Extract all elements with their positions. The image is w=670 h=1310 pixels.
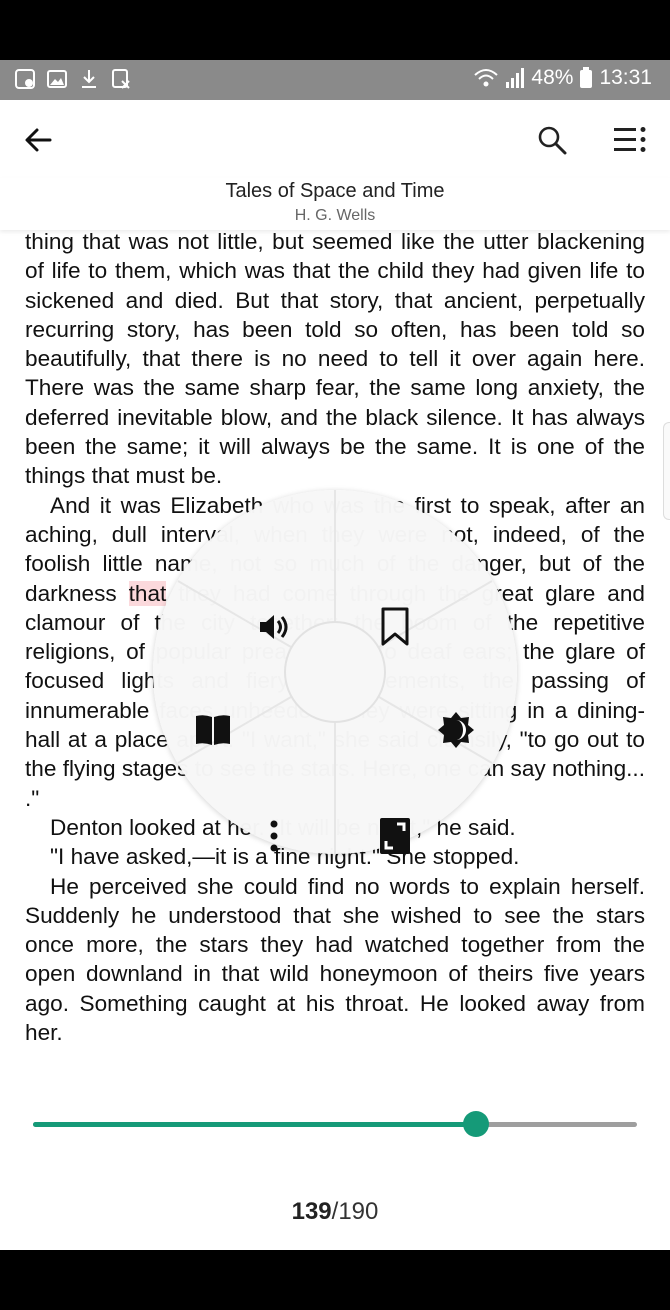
brightness-icon <box>438 712 474 748</box>
status-bar: 48% 13:31 <box>0 60 670 100</box>
page-slider[interactable] <box>33 1111 637 1137</box>
contents-menu-button[interactable] <box>610 120 650 160</box>
battery-icon <box>580 67 593 88</box>
notification-icons <box>14 68 132 90</box>
total-pages: /190 <box>331 1198 379 1225</box>
slider-fill <box>33 1122 476 1127</box>
signal-icon <box>506 68 525 88</box>
book-icon <box>196 715 230 745</box>
read-aloud-button[interactable] <box>254 607 294 647</box>
paragraph: He perceived she could find no words to … <box>25 873 645 1046</box>
search-icon <box>538 126 567 155</box>
clock: 13:31 <box>599 66 652 89</box>
bookmark-icon <box>381 607 409 646</box>
search-button[interactable] <box>532 120 572 160</box>
paragraph: thing that was not little, but seemed li… <box>25 229 645 489</box>
arrow-back-icon <box>25 128 52 152</box>
clock-notification-icon <box>15 69 35 89</box>
current-page: 139 <box>291 1198 332 1225</box>
more-vertical-icon <box>270 820 278 852</box>
back-button[interactable] <box>18 120 58 160</box>
fullscreen-button[interactable] <box>375 816 415 856</box>
app-bar <box>0 100 670 180</box>
reader-screen: 48% 13:31 Tales of Space and Time H. G. … <box>0 60 670 1250</box>
book-title: Tales of Space and Time <box>225 180 445 202</box>
more-options-button[interactable] <box>254 816 294 856</box>
book-header: Tales of Space and Time H. G. Wells <box>0 178 670 230</box>
side-drawer-handle[interactable] <box>663 422 670 520</box>
wifi-icon <box>474 69 499 87</box>
battery-percent: 48% <box>531 66 574 89</box>
image-notification-icon <box>47 70 67 88</box>
page-indicator: 139/190 <box>0 1198 670 1226</box>
speaker-icon <box>260 615 288 639</box>
fullscreen-icon <box>380 818 410 854</box>
system-status: 48% 13:31 <box>473 66 652 90</box>
list-menu-icon <box>614 127 646 152</box>
bookmark-button[interactable] <box>375 607 415 647</box>
table-of-contents-button[interactable] <box>193 710 233 750</box>
ebook-notification-icon <box>112 69 130 89</box>
download-notification-icon <box>82 70 96 88</box>
brightness-button[interactable] <box>436 710 476 750</box>
slider-thumb[interactable] <box>463 1111 489 1137</box>
radial-center-button[interactable] <box>284 621 386 723</box>
book-author: H. G. Wells <box>294 207 376 224</box>
radial-menu <box>153 490 517 854</box>
